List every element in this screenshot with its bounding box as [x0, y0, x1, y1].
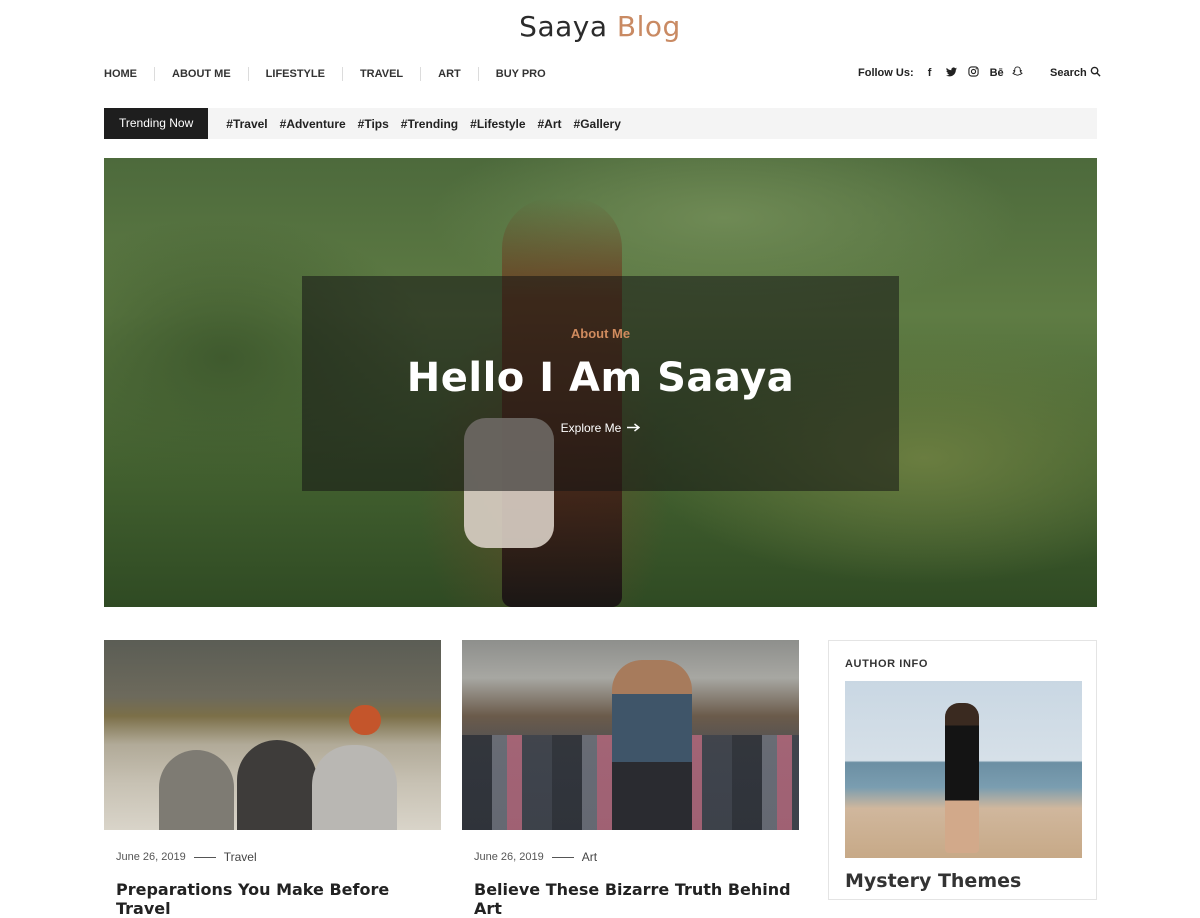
tag-lifestyle[interactable]: #Lifestyle	[470, 117, 525, 131]
widget-heading: AUTHOR INFO	[845, 658, 928, 670]
tag-art[interactable]: #Art	[538, 117, 562, 131]
tag-trending[interactable]: #Trending	[401, 117, 458, 131]
post-title[interactable]: Believe These Bizarre Truth Behind Art	[474, 880, 799, 918]
brand-name-part2: Blog	[616, 10, 681, 43]
hero-title: Hello I Am Saaya	[406, 355, 795, 401]
search-icon	[1090, 66, 1101, 80]
tag-travel[interactable]: #Travel	[226, 117, 267, 131]
post-meta: June 26, 2019 Art	[474, 850, 799, 864]
brand-name-part1: Saaya	[519, 10, 608, 43]
meta-divider	[193, 856, 216, 858]
search-button[interactable]: Search	[1050, 66, 1101, 80]
post-date[interactable]: June 26, 2019	[116, 851, 186, 863]
nav-item-about-me[interactable]: ABOUT ME	[154, 67, 248, 81]
arrow-right-icon	[627, 421, 641, 435]
post-category[interactable]: Art	[582, 850, 597, 864]
instagram-icon[interactable]	[968, 66, 980, 80]
main-nav: HOME ABOUT ME LIFESTYLE TRAVEL ART BUY P…	[104, 67, 563, 81]
post-category[interactable]: Travel	[224, 850, 257, 864]
nav-item-buy-pro[interactable]: BUY PRO	[477, 67, 563, 81]
post-thumbnail[interactable]	[104, 640, 441, 830]
tag-gallery[interactable]: #Gallery	[574, 117, 621, 131]
author-name: Mystery Themes	[845, 870, 1022, 892]
tag-tips[interactable]: #Tips	[358, 117, 389, 131]
hero-banner: About Me Hello I Am Saaya Explore Me	[104, 158, 1097, 607]
post-date[interactable]: June 26, 2019	[474, 851, 544, 863]
snapchat-icon[interactable]	[1012, 66, 1024, 80]
meta-divider	[551, 856, 574, 858]
explore-me-button[interactable]: Explore Me	[561, 421, 641, 435]
tag-adventure[interactable]: #Adventure	[280, 117, 346, 131]
social-follow: Follow Us: f Bē	[858, 66, 1024, 80]
author-info-widget: AUTHOR INFO Mystery Themes	[828, 640, 1097, 900]
post-meta: June 26, 2019 Travel	[116, 850, 441, 864]
twitter-icon[interactable]	[946, 66, 958, 80]
follow-label: Follow Us:	[858, 67, 914, 79]
nav-item-travel[interactable]: TRAVEL	[341, 67, 420, 81]
site-logo[interactable]: Saaya Blog	[0, 10, 1200, 43]
explore-me-label: Explore Me	[560, 421, 622, 435]
search-label: Search	[1050, 67, 1087, 79]
trending-label: Trending Now	[104, 108, 209, 139]
hero-category[interactable]: About Me	[302, 326, 899, 341]
post-title[interactable]: Preparations You Make Before Travel	[116, 880, 441, 918]
nav-item-art[interactable]: ART	[420, 67, 478, 81]
post-card: June 26, 2019 Travel Preparations You Ma…	[104, 640, 441, 918]
author-photo	[845, 681, 1082, 858]
nav-item-lifestyle[interactable]: LIFESTYLE	[247, 67, 342, 81]
trending-tags: #Travel #Adventure #Tips #Trending #Life…	[226, 117, 621, 131]
nav-item-home[interactable]: HOME	[104, 67, 154, 81]
post-thumbnail[interactable]	[462, 640, 799, 830]
behance-icon[interactable]: Bē	[990, 67, 1004, 79]
post-card: June 26, 2019 Art Believe These Bizarre …	[462, 640, 799, 918]
facebook-icon[interactable]: f	[924, 67, 936, 79]
trending-bar: Trending Now #Travel #Adventure #Tips #T…	[104, 108, 1097, 139]
hero-overlay: About Me Hello I Am Saaya Explore Me	[302, 276, 899, 491]
